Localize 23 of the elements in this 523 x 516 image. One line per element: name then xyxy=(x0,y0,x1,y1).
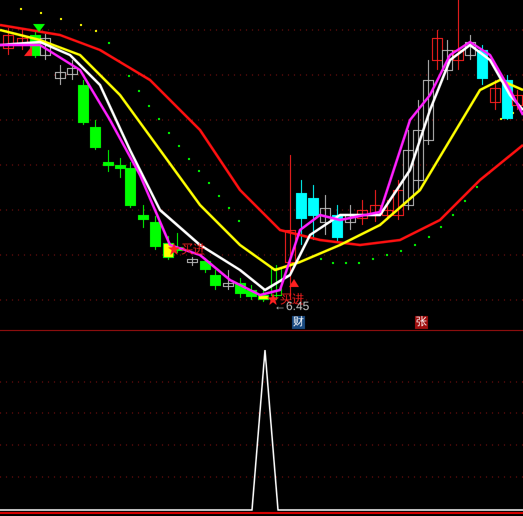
candlestick xyxy=(308,184,319,240)
candlestick xyxy=(210,270,221,290)
candlestick xyxy=(271,264,282,300)
candlestick xyxy=(258,290,269,302)
triangle-up-icon xyxy=(24,46,32,56)
candlestick xyxy=(345,204,356,230)
candlestick xyxy=(357,200,368,226)
triangle-down-icon xyxy=(33,24,45,32)
candlestick xyxy=(187,256,198,266)
candlestick xyxy=(17,30,28,50)
candlestick xyxy=(55,64,66,86)
candlestick xyxy=(320,194,331,236)
candlestick xyxy=(246,284,257,300)
event-badge[interactable]: 财 xyxy=(292,316,305,329)
star-icon xyxy=(168,243,180,255)
candlestick xyxy=(103,150,114,172)
candlestick xyxy=(235,278,246,298)
candlestick xyxy=(40,34,51,60)
candlestick xyxy=(3,28,14,56)
candlestick xyxy=(223,270,234,290)
candlestick xyxy=(332,204,343,242)
event-badge[interactable]: 张 xyxy=(415,316,428,329)
triangle-up-icon xyxy=(289,279,299,287)
